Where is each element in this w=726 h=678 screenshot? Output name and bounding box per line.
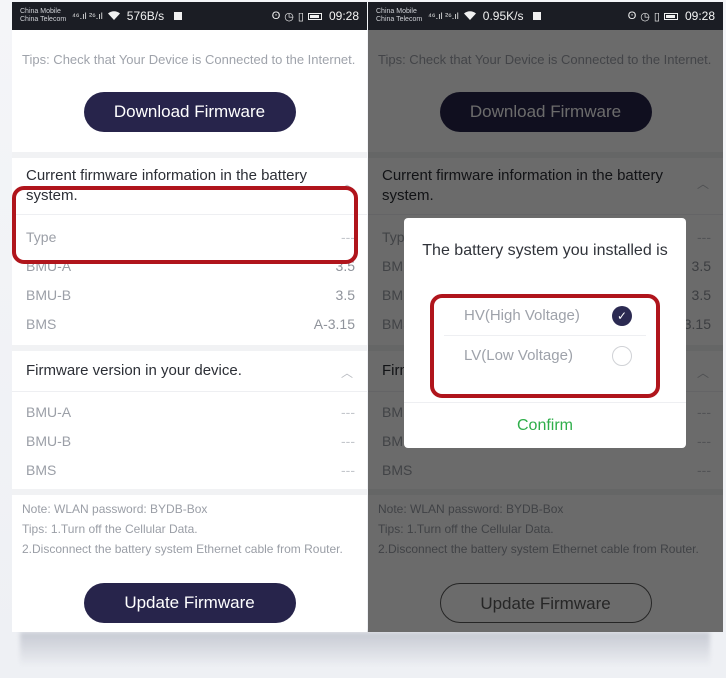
status-bar: China Mobile China Telecom ⁴⁶.ıl ²⁶.ıl 5… [12, 2, 367, 30]
phone-left: China Mobile China Telecom ⁴⁶.ıl ²⁶.ıl 5… [12, 2, 367, 632]
row-value: A-3.15 [313, 316, 355, 332]
vibrate-icon: ▯ [297, 10, 304, 23]
screenshot-canvas: China Mobile China Telecom ⁴⁶.ıl ²⁶.ıl 5… [0, 0, 726, 678]
signal-icon: ⁴⁶.ıl ²⁶.ıl [428, 11, 459, 21]
row-label: BMS [26, 316, 57, 332]
device-firmware-section: Firmware version in your device. ︿ BMU-A… [12, 351, 367, 485]
phone-right: China Mobile China Telecom ⁴⁶.ıl ²⁶.ıl 0… [368, 2, 723, 632]
network-speed: 0.95K/s [482, 9, 524, 23]
carrier-names: China Mobile China Telecom [376, 8, 424, 24]
device-section-title: Firmware version in your device. [26, 362, 242, 379]
table-row: BMS A-3.15 [12, 310, 367, 339]
table-row: BMU-B --- [12, 427, 367, 456]
wifi-icon [107, 10, 121, 23]
notification-icon [174, 12, 183, 20]
carrier-1: China Mobile [20, 8, 61, 15]
chevron-up-icon[interactable]: ︿ [341, 363, 353, 383]
eye-icon: ʘ [271, 10, 281, 22]
row-value: --- [341, 462, 355, 478]
confirm-button[interactable]: Confirm [404, 402, 686, 448]
row-value: --- [341, 404, 355, 420]
alarm-icon: ◷ [640, 10, 650, 23]
eye-icon: ʘ [627, 10, 637, 22]
carrier-2: China Telecom [376, 16, 423, 23]
clock: 09:28 [684, 9, 715, 23]
note-tip-1: Tips: 1.Turn off the Cellular Data. [22, 522, 198, 536]
battery-icon [307, 12, 322, 20]
signal-icon: ⁴⁶.ıl ²⁶.ıl [72, 11, 103, 21]
table-row: BMS --- [12, 456, 367, 485]
battery-icon [663, 12, 678, 20]
highlight-box-type [12, 186, 358, 264]
row-label: BMU-A [26, 404, 72, 420]
reflection-shadow [20, 632, 710, 666]
carrier-2: China Telecom [20, 16, 67, 23]
wifi-icon [463, 10, 477, 23]
download-firmware-button[interactable]: Download Firmware [83, 92, 296, 132]
main-content: Tips: Check that Your Device is Connecte… [12, 30, 367, 623]
dialog-title: The battery system you installed is [422, 242, 668, 259]
note-password: Note: WLAN password: BYDB-Box [22, 502, 208, 516]
highlight-box-voltage [430, 294, 660, 398]
table-row: BMU-A --- [12, 398, 367, 427]
status-right: ʘ ◷ ▯ 09:28 [628, 9, 715, 23]
update-firmware-button[interactable]: Update Firmware [83, 583, 296, 623]
download-button-wrap: Download Firmware [12, 92, 367, 152]
update-button-wrap: Update Firmware [12, 583, 367, 623]
row-value: --- [341, 433, 355, 449]
clock: 09:28 [328, 9, 359, 23]
row-label: BMS [26, 462, 57, 478]
carrier-names: China Mobile China Telecom [20, 8, 68, 24]
device-section-header[interactable]: Firmware version in your device. ︿ [12, 351, 367, 392]
carrier-1: China Mobile [376, 8, 417, 15]
note-tip-2: 2.Disconnect the battery system Ethernet… [22, 542, 343, 556]
tips-internet: Tips: Check that Your Device is Connecte… [22, 52, 356, 67]
notification-icon [533, 12, 542, 20]
status-right: ʘ ◷ ▯ 09:28 [272, 9, 359, 23]
row-label: BMU-B [26, 433, 72, 449]
row-value: 3.5 [335, 287, 355, 303]
alarm-icon: ◷ [284, 10, 294, 23]
table-row: BMU-B 3.5 [12, 281, 367, 310]
network-speed: 576B/s [126, 9, 165, 23]
status-bar: China Mobile China Telecom ⁴⁶.ıl ²⁶.ıl 0… [368, 2, 723, 30]
notes: Note: WLAN password: BYDB-Box Tips: 1.Tu… [12, 495, 367, 583]
vibrate-icon: ▯ [653, 10, 660, 23]
row-label: BMU-B [26, 287, 72, 303]
